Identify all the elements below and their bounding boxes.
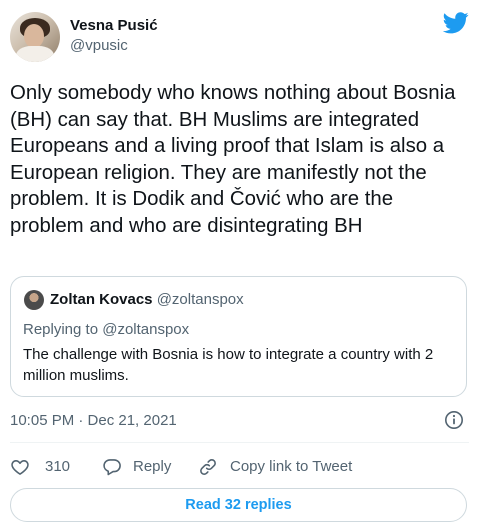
author-names: Vesna Pusić @vpusic bbox=[70, 16, 158, 56]
reply-button[interactable]: Reply bbox=[102, 456, 182, 478]
link-icon bbox=[200, 459, 216, 475]
quoted-tweet-header: Zoltan Kovacs @zoltanspox bbox=[50, 290, 244, 310]
read-replies-button[interactable]: Read 32 replies bbox=[10, 488, 467, 522]
like-button[interactable]: 310 bbox=[10, 456, 80, 478]
tweet-card: Vesna Pusić @vpusic Only somebody who kn… bbox=[0, 0, 483, 531]
reply-bubble-icon bbox=[103, 459, 121, 476]
like-count: 310 bbox=[45, 458, 71, 475]
heart-icon bbox=[11, 460, 29, 475]
quoted-tweet-text: The challenge with Bosnia is how to inte… bbox=[23, 346, 434, 384]
copy-link-label: Copy link to Tweet bbox=[230, 458, 353, 475]
quoted-author-display-name: Zoltan Kovacs bbox=[50, 291, 153, 308]
tweet-timestamp[interactable]: 10:05 PM · Dec 21, 2021 bbox=[10, 411, 177, 431]
reply-label: Reply bbox=[133, 458, 172, 475]
divider bbox=[10, 442, 469, 443]
quoted-author-handle: @zoltanspox bbox=[156, 291, 244, 308]
author-handle[interactable]: @vpusic bbox=[70, 36, 158, 56]
info-icon[interactable] bbox=[444, 410, 464, 430]
tweet-header: Vesna Pusić @vpusic bbox=[10, 12, 469, 64]
quoted-replying-to: Replying to @zoltanspox bbox=[23, 321, 190, 338]
copy-link-button[interactable]: Copy link to Tweet bbox=[198, 456, 368, 478]
quoted-tweet[interactable]: Zoltan Kovacs @zoltanspox Replying to @z… bbox=[10, 276, 467, 397]
author-avatar[interactable] bbox=[10, 12, 60, 62]
author-display-name[interactable]: Vesna Pusić bbox=[70, 16, 158, 36]
tweet-text: Only somebody who knows nothing about Bo… bbox=[10, 82, 456, 237]
twitter-bird-icon[interactable] bbox=[443, 12, 469, 34]
quoted-author-avatar bbox=[24, 290, 44, 310]
